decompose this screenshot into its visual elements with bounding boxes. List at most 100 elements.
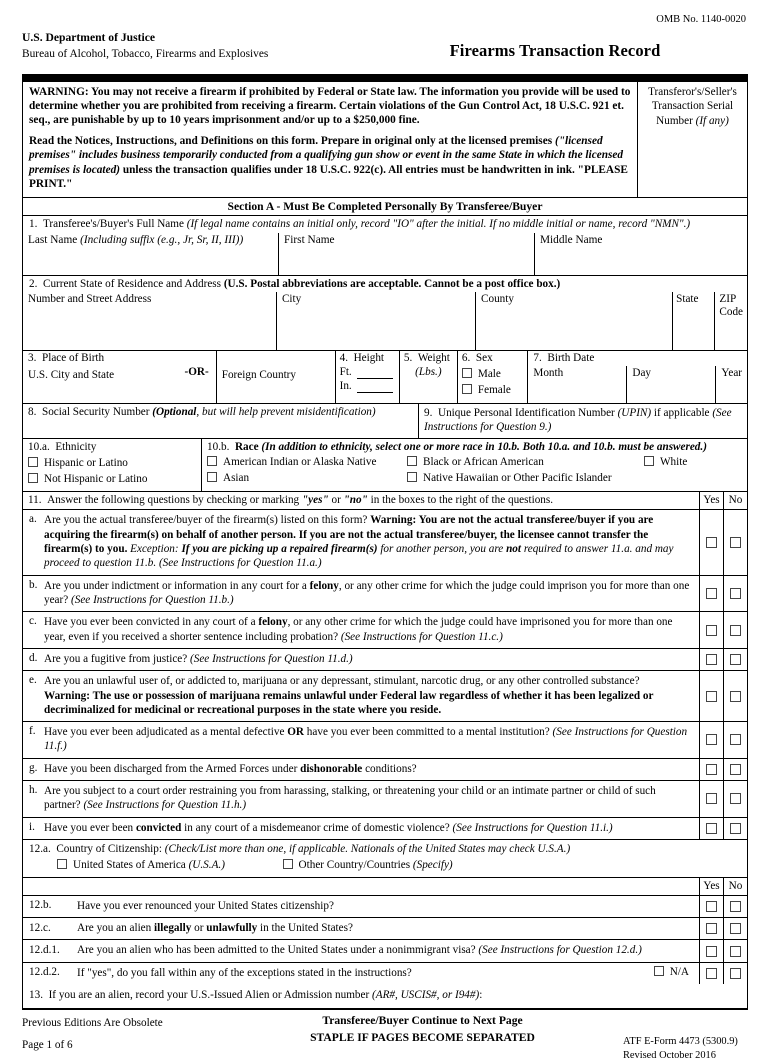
height-field[interactable]: 4. Height Ft. In.: [334, 350, 399, 403]
race-option-asian[interactable]: Asian: [207, 472, 249, 485]
answer-yes-checkbox[interactable]: [699, 758, 723, 781]
birth-month-field[interactable]: Month: [528, 366, 626, 403]
checkbox-icon[interactable]: [706, 536, 717, 548]
checkbox-icon[interactable]: [653, 966, 664, 977]
checkbox-icon[interactable]: [706, 900, 717, 912]
checkbox-icon[interactable]: [706, 734, 717, 746]
checkbox-icon[interactable]: [730, 945, 741, 957]
checkbox-icon[interactable]: [730, 763, 741, 775]
answer-yes-checkbox[interactable]: [699, 722, 723, 758]
na-checkbox-option[interactable]: N/A: [653, 966, 689, 979]
answer-yes-checkbox[interactable]: [699, 962, 723, 985]
checkbox-icon[interactable]: [730, 624, 741, 636]
sex-field[interactable]: 6. Sex Male Female: [456, 350, 528, 403]
checkbox-icon[interactable]: [730, 967, 741, 979]
answer-no-checkbox[interactable]: [723, 940, 747, 962]
q13-alien-number-field[interactable]: 13. If you are an alien, record your U.S…: [23, 984, 747, 1008]
answer-no-checkbox[interactable]: [723, 895, 747, 918]
answer-no-checkbox[interactable]: [723, 671, 747, 722]
ethnicity-option-hispanic[interactable]: Hispanic or Latino: [28, 457, 196, 470]
first-name-field[interactable]: First Name: [278, 232, 534, 275]
height-inches-line[interactable]: In.: [340, 380, 395, 394]
transaction-serial-field[interactable]: Transferor's/Seller's Transaction Serial…: [637, 81, 747, 197]
answer-yes-checkbox[interactable]: [699, 817, 723, 840]
weight-field[interactable]: 5. Weight (Lbs.): [398, 350, 457, 403]
answer-no-checkbox[interactable]: [723, 781, 747, 817]
birth-year-field[interactable]: Year: [715, 366, 747, 403]
race-option-black[interactable]: Black or African American: [407, 456, 544, 469]
answer-yes-checkbox[interactable]: [699, 940, 723, 962]
checkbox-icon[interactable]: [28, 473, 38, 484]
answer-no-checkbox[interactable]: [723, 575, 747, 612]
checkbox-icon[interactable]: [706, 822, 717, 834]
sex-male-option[interactable]: Male: [461, 368, 524, 381]
checkbox-icon[interactable]: [57, 859, 67, 870]
citizenship-option-other[interactable]: Other Country/Countries (Specify): [282, 859, 453, 871]
checkbox-icon[interactable]: [706, 945, 717, 957]
ethnicity-option-not-hispanic[interactable]: Not Hispanic or Latino: [28, 473, 196, 486]
middle-name-field[interactable]: Middle Name: [534, 232, 747, 275]
answer-yes-checkbox[interactable]: [699, 781, 723, 817]
answer-no-checkbox[interactable]: [723, 962, 747, 985]
checkbox-icon[interactable]: [730, 536, 741, 548]
checkbox-icon[interactable]: [207, 456, 217, 466]
checkbox-icon[interactable]: [407, 456, 417, 466]
checkbox-icon[interactable]: [706, 624, 717, 636]
place-of-birth-field[interactable]: 3. Place of Birth U.S. City and State -O…: [23, 351, 216, 403]
checkbox-icon[interactable]: [730, 690, 741, 702]
last-name-field[interactable]: Last Name (Including suffix (e.g., Jr, S…: [23, 233, 278, 275]
answer-yes-checkbox[interactable]: [699, 612, 723, 648]
answer-no-checkbox[interactable]: [723, 510, 747, 575]
answer-no-checkbox[interactable]: [723, 612, 747, 648]
sex-female-option[interactable]: Female: [461, 384, 524, 397]
answer-no-checkbox[interactable]: [723, 758, 747, 781]
checkbox-icon[interactable]: [644, 456, 654, 466]
answer-no-checkbox[interactable]: [723, 817, 747, 840]
race-option-native-hawaiian[interactable]: Native Hawaiian or Other Pacific Islande…: [407, 472, 612, 485]
ssn-field[interactable]: 8. Social Security Number (Optional, but…: [23, 404, 418, 438]
foreign-country-field[interactable]: Foreign Country: [215, 350, 335, 403]
upin-field[interactable]: 9. Unique Personal Identification Number…: [418, 403, 747, 438]
checkbox-icon[interactable]: [706, 923, 717, 935]
checkbox-icon[interactable]: [706, 793, 717, 805]
city-field[interactable]: City: [275, 291, 475, 350]
checkbox-icon[interactable]: [407, 472, 417, 482]
street-address-field[interactable]: Number and Street Address: [23, 292, 276, 350]
checkbox-icon[interactable]: [706, 967, 717, 979]
race-option-white[interactable]: White: [644, 456, 687, 469]
state-field[interactable]: State: [672, 291, 714, 350]
answer-yes-checkbox[interactable]: [699, 671, 723, 722]
citizenship-option-usa[interactable]: United States of America (U.S.A.): [57, 859, 225, 871]
checkbox-icon[interactable]: [282, 859, 293, 870]
answer-no-checkbox[interactable]: [723, 722, 747, 758]
checkbox-icon[interactable]: [730, 654, 741, 665]
answer-yes-checkbox[interactable]: [699, 895, 723, 918]
height-feet-blank[interactable]: [356, 367, 393, 380]
checkbox-icon[interactable]: [461, 384, 472, 395]
zip-code-field[interactable]: ZIP Code: [714, 291, 747, 350]
checkbox-icon[interactable]: [207, 472, 217, 482]
answer-yes-checkbox[interactable]: [699, 510, 723, 575]
checkbox-icon[interactable]: [730, 793, 741, 805]
county-field[interactable]: County: [475, 291, 672, 350]
height-feet-line[interactable]: Ft.: [340, 366, 395, 380]
answer-yes-checkbox[interactable]: [699, 918, 723, 940]
checkbox-icon[interactable]: [706, 654, 717, 665]
checkbox-icon[interactable]: [28, 457, 38, 467]
answer-yes-checkbox[interactable]: [699, 648, 723, 671]
race-option-american-indian[interactable]: American Indian or Alaska Native: [207, 456, 376, 469]
checkbox-icon[interactable]: [706, 690, 717, 702]
answer-yes-checkbox[interactable]: [699, 575, 723, 612]
answer-no-checkbox[interactable]: [723, 648, 747, 671]
checkbox-icon[interactable]: [730, 900, 741, 912]
checkbox-icon[interactable]: [730, 822, 741, 834]
checkbox-icon[interactable]: [730, 923, 741, 935]
answer-no-checkbox[interactable]: [723, 918, 747, 940]
checkbox-icon[interactable]: [730, 734, 741, 746]
height-inches-blank[interactable]: [356, 381, 393, 394]
checkbox-icon[interactable]: [706, 763, 717, 775]
birth-day-field[interactable]: Day: [626, 366, 715, 403]
checkbox-icon[interactable]: [461, 368, 472, 378]
checkbox-icon[interactable]: [706, 587, 717, 599]
checkbox-icon[interactable]: [730, 587, 741, 599]
